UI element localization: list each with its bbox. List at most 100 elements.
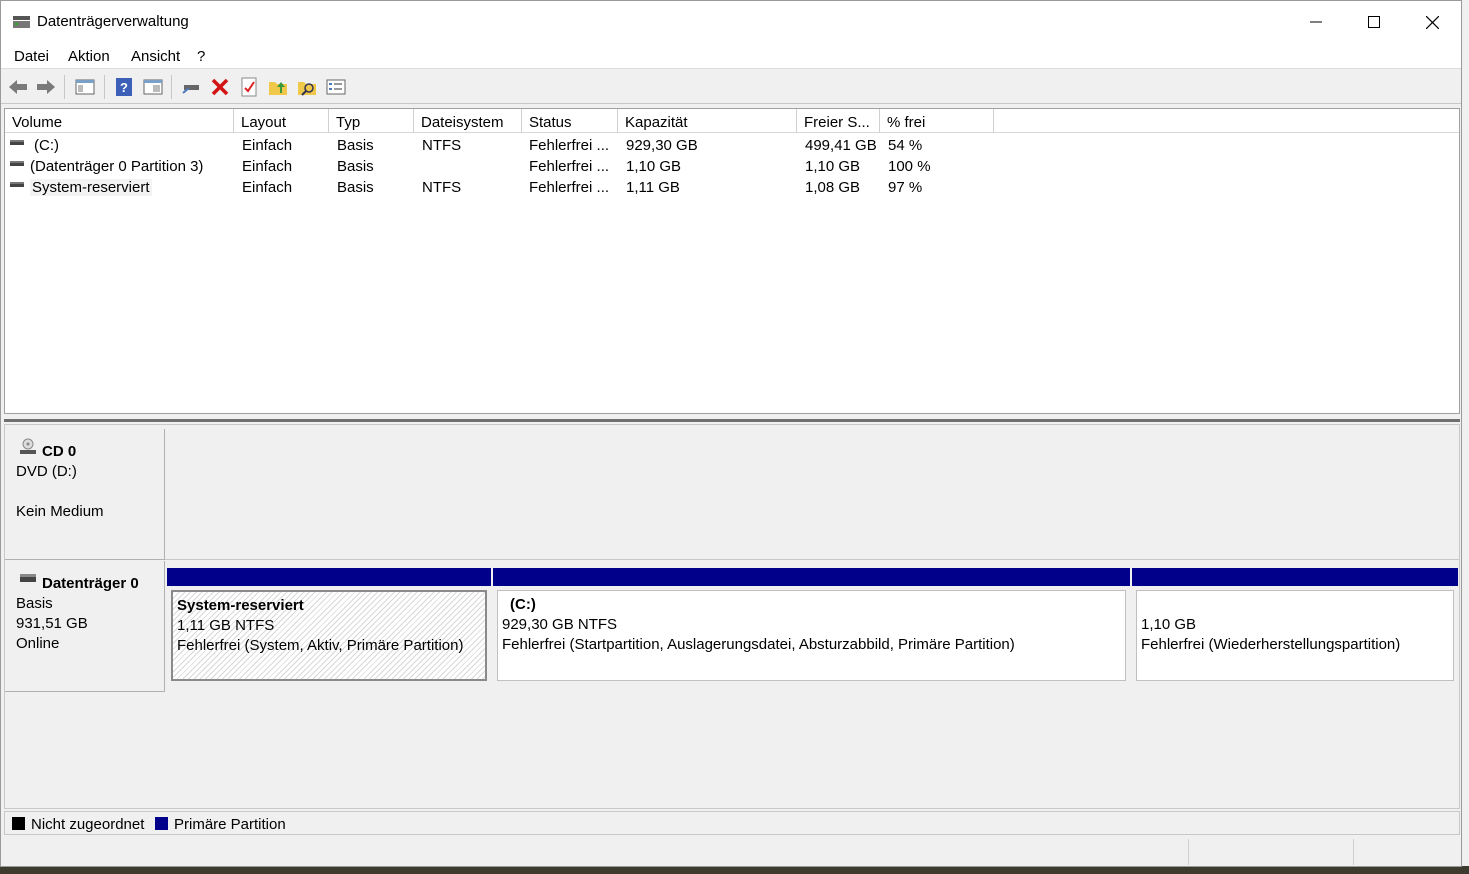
column-header-free-space[interactable]: Freier S... <box>797 109 880 133</box>
desktop-background-bottom <box>0 866 1469 874</box>
table-row[interactable]: (Datenträger 0 Partition 3) Einfach Basi… <box>5 156 1459 177</box>
drive-icon <box>10 161 24 166</box>
volume-name: (C:) <box>34 137 59 154</box>
status-bar <box>1 837 1461 866</box>
folder-up-icon[interactable] <box>267 76 289 98</box>
volume-free-space: 1,10 GB <box>805 158 861 175</box>
column-header-type[interactable]: Typ <box>329 109 414 133</box>
connect-icon[interactable] <box>180 76 202 98</box>
partition-c-drive[interactable]: (C:) 929,30 GB NTFS Fehlerfrei (Startpar… <box>493 568 1130 685</box>
volume-free-space: 499,41 GB <box>805 137 877 154</box>
column-header-filesystem[interactable]: Dateisystem <box>414 109 522 133</box>
cd-drive-icon <box>20 438 36 454</box>
partition-size: 929,30 GB NTFS <box>502 616 618 633</box>
partition-system-reserved[interactable]: System-reserviert 1,11 GB NTFS Fehlerfre… <box>167 568 491 685</box>
volume-name: System-reserviert <box>30 179 152 196</box>
search-folder-icon[interactable] <box>296 76 318 98</box>
menu-action[interactable]: Aktion <box>68 48 110 65</box>
maximize-icon <box>1368 16 1380 28</box>
volume-percent-free: 100 % <box>888 158 931 175</box>
partition-status: Fehlerfrei (Startpartition, Auslagerungs… <box>502 636 1015 653</box>
disk-drive-letter: DVD (D:) <box>16 463 77 480</box>
column-header-percent-free[interactable]: % frei <box>880 109 994 133</box>
legend-label-primary: Primäre Partition <box>174 816 286 833</box>
volume-filesystem: NTFS <box>422 179 462 196</box>
disk-status: Online <box>16 635 60 652</box>
volume-type: Basis <box>337 158 374 175</box>
close-button[interactable] <box>1403 1 1461 43</box>
legend-label-unallocated: Nicht zugeordnet <box>31 816 145 833</box>
partition-body: 1,10 GB Fehlerfrei (Wiederherstellungspa… <box>1136 590 1454 681</box>
forward-arrow-icon[interactable] <box>35 76 57 98</box>
volume-free-space: 1,08 GB <box>805 179 861 196</box>
column-header-volume[interactable]: Volume <box>5 109 234 133</box>
menu-help[interactable]: ? <box>197 48 205 65</box>
table-row[interactable]: (C:) Einfach Basis NTFS Fehlerfrei ... 9… <box>5 135 1459 156</box>
volume-type: Basis <box>337 179 374 196</box>
volume-percent-free: 54 % <box>888 137 923 154</box>
disk-type: Basis <box>16 595 53 612</box>
column-header-status[interactable]: Status <box>522 109 618 133</box>
legend: Nicht zugeordnet Primäre Partition <box>4 811 1460 835</box>
partition-recovery[interactable]: 1,10 GB Fehlerfrei (Wiederherstellungspa… <box>1132 568 1458 685</box>
disk-label-cd0[interactable]: CD 0 DVD (D:) Kein Medium <box>5 429 165 560</box>
toolbar-separator <box>104 75 105 99</box>
volume-status: Fehlerfrei ... <box>529 179 610 196</box>
volume-status: Fehlerfrei ... <box>529 137 610 154</box>
toolbar-separator <box>171 75 172 99</box>
volume-list[interactable]: Volume Layout Typ Dateisystem Status Kap… <box>4 108 1460 414</box>
minimize-button[interactable] <box>1287 1 1345 43</box>
properties-icon[interactable] <box>238 76 260 98</box>
volume-filesystem: NTFS <box>422 137 462 154</box>
partition-status: Fehlerfrei (Wiederherstellungspartition) <box>1141 636 1401 653</box>
hard-disk-icon <box>20 574 36 582</box>
disk-label-disk0[interactable]: Datenträger 0 Basis 931,51 GB Online <box>5 561 165 692</box>
pane-splitter[interactable] <box>4 419 1460 422</box>
disk-size: 931,51 GB <box>16 615 88 632</box>
primary-partition-bar <box>167 568 491 586</box>
list-view-icon[interactable] <box>325 76 347 98</box>
disk-management-window: Datenträgerverwaltung Datei Aktion Ansic… <box>0 0 1462 867</box>
close-icon <box>1425 15 1439 29</box>
legend-swatch-unallocated <box>12 817 25 830</box>
volume-layout: Einfach <box>242 137 293 154</box>
delete-icon[interactable] <box>209 76 231 98</box>
svg-text:?: ? <box>120 80 128 95</box>
help-icon[interactable]: ? <box>113 76 135 98</box>
volume-list-header: Volume Layout Typ Dateisystem Status Kap… <box>5 109 1459 133</box>
volume-type: Basis <box>337 137 374 154</box>
maximize-button[interactable] <box>1345 1 1403 43</box>
console-tree-icon[interactable] <box>74 76 96 98</box>
partition-title: (C:) <box>510 596 536 613</box>
view-icon[interactable] <box>142 76 164 98</box>
table-row[interactable]: System-reserviert Einfach Basis NTFS Feh… <box>5 177 1459 198</box>
disk-graphical-view: CD 0 DVD (D:) Kein Medium Datenträger 0 … <box>4 424 1460 809</box>
volume-percent-free: 97 % <box>888 179 923 196</box>
drive-icon <box>10 140 24 145</box>
partition-body-selected: System-reserviert 1,11 GB NTFS Fehlerfre… <box>171 590 487 681</box>
window-title: Datenträgerverwaltung <box>37 13 189 30</box>
volume-layout: Einfach <box>242 158 293 175</box>
partition-body: (C:) 929,30 GB NTFS Fehlerfrei (Startpar… <box>497 590 1126 681</box>
back-arrow-icon[interactable] <box>7 76 29 98</box>
partition-size: 1,11 GB NTFS <box>177 617 275 634</box>
cd0-partition-area <box>165 429 1459 560</box>
title-bar: Datenträgerverwaltung <box>1 1 1461 43</box>
partition-status: Fehlerfrei (System, Aktiv, Primäre Parti… <box>177 637 464 654</box>
column-header-capacity[interactable]: Kapazität <box>618 109 797 133</box>
menu-view[interactable]: Ansicht <box>131 48 180 65</box>
drive-icon <box>10 182 24 187</box>
status-bar-separator <box>1353 839 1354 865</box>
volume-layout: Einfach <box>242 179 293 196</box>
toolbar-separator <box>64 75 65 99</box>
primary-partition-bar <box>1132 568 1458 586</box>
disk-name: CD 0 <box>42 443 77 460</box>
volume-capacity: 1,10 GB <box>626 158 682 175</box>
volume-capacity: 929,30 GB <box>626 137 698 154</box>
volume-capacity: 1,11 GB <box>626 179 680 196</box>
column-header-layout[interactable]: Layout <box>234 109 329 133</box>
primary-partition-bar <box>493 568 1130 586</box>
menu-file[interactable]: Datei <box>14 48 49 65</box>
partition-title: System-reserviert <box>177 597 304 614</box>
toolbar: ? <box>1 70 1461 104</box>
